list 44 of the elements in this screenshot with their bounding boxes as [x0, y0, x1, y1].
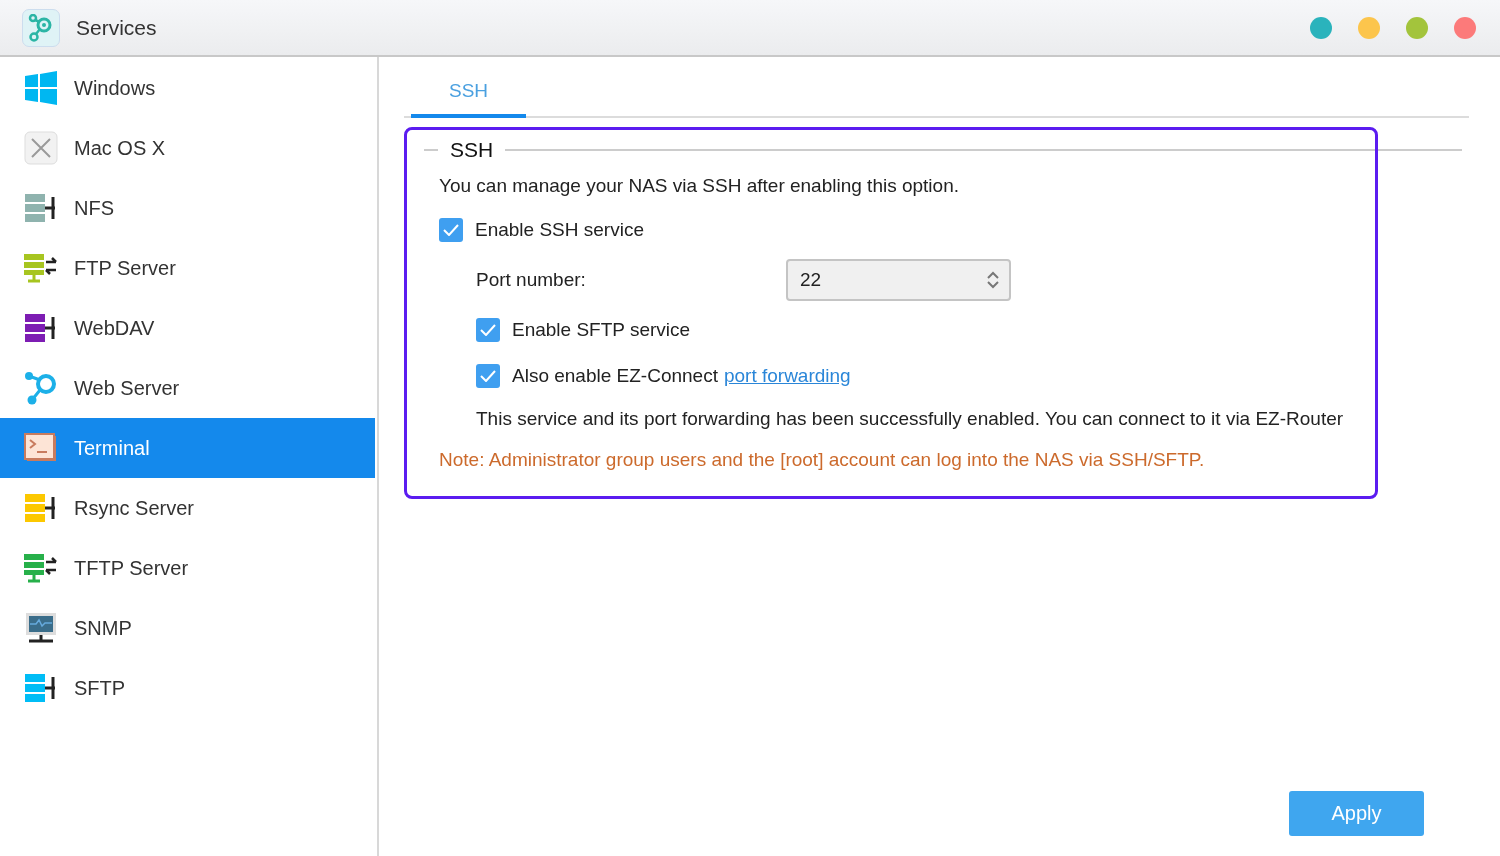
x-icon: [24, 131, 58, 165]
app-icon: [22, 8, 60, 47]
checkbox[interactable]: [476, 318, 500, 342]
window-control-button[interactable]: [1454, 16, 1476, 39]
sidebar-item[interactable]: Web Server: [0, 358, 375, 418]
sidebar-item[interactable]: WebDAV: [0, 298, 375, 358]
port-label: Port number:: [476, 269, 587, 291]
sidebar-item[interactable]: SNMP: [0, 598, 375, 658]
monitor-icon: [24, 611, 58, 645]
checkbox-label: Enable SSH service: [475, 219, 644, 241]
sidebar-item[interactable]: Rsync Server: [0, 478, 375, 538]
port-number-field[interactable]: 22: [786, 259, 1011, 301]
section-title: SSH: [450, 138, 494, 162]
server-transfer-icon: [24, 551, 58, 585]
status-message: This service and its port forwarding has been successfully enabled. You can connect to it via EZ-Router: [476, 408, 1344, 430]
window-control-button[interactable]: [1406, 16, 1428, 39]
checkbox-label: Also enable EZ-Connect: [512, 365, 718, 387]
server-icon: [24, 671, 58, 705]
window-control-button[interactable]: [1358, 16, 1380, 39]
server-icon: [24, 491, 58, 525]
chevron-down-icon[interactable]: [987, 281, 999, 289]
window-control-button[interactable]: [1310, 16, 1332, 39]
checkmark-icon: [480, 324, 496, 336]
server-icon: [24, 311, 58, 345]
server-transfer-icon: [24, 251, 58, 285]
note-text: Note: Administrator group users and the [root] account can log into the NAS via SSH/SFTP.: [439, 449, 1205, 471]
port-forwarding-link[interactable]: port forwarding: [723, 365, 851, 387]
checkmark-icon: [443, 224, 459, 236]
description-text: You can manage your NAS via SSH after enabling this option.: [439, 175, 959, 197]
sidebar-item[interactable]: TFTP Server: [0, 538, 375, 598]
sidebar-item[interactable]: SFTP: [0, 658, 375, 718]
sidebar-item[interactable]: NFS: [0, 178, 375, 238]
sidebar-item[interactable]: Windows: [0, 58, 375, 118]
sidebar-item[interactable]: Mac OS X: [0, 118, 375, 178]
sidebar-item[interactable]: Terminal: [0, 418, 375, 478]
checkbox[interactable]: [476, 364, 500, 388]
chevron-up-icon[interactable]: [987, 271, 999, 279]
window-title: Services: [76, 15, 158, 40]
port-value: 22: [800, 269, 823, 291]
checkbox-label: Enable SFTP service: [512, 319, 691, 341]
server-icon: [24, 191, 58, 225]
checkbox[interactable]: [439, 218, 463, 242]
sidebar-item[interactable]: FTP Server: [0, 238, 375, 298]
checkmark-icon: [480, 370, 496, 382]
